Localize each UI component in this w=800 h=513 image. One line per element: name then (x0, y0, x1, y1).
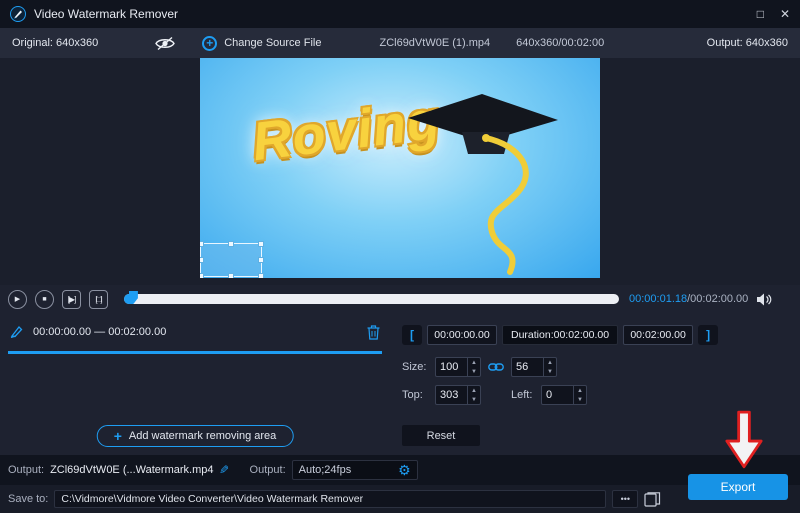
bottom-bars: Output: ZCl69dVtW0E (...Watermark.mp4 ✎ … (0, 455, 800, 513)
close-button[interactable]: ✕ (780, 8, 790, 20)
output-format-value: Auto;24fps (299, 464, 398, 476)
browse-button[interactable]: ••• (612, 490, 638, 508)
preview-area: Roving (0, 58, 800, 285)
file-info: 640x360/00:02:00 (516, 37, 604, 49)
add-watermark-area-button[interactable]: + Add watermark removing area (97, 425, 294, 447)
left-input: ▲ ▼ (541, 385, 587, 405)
spin-up-icon[interactable]: ▲ (544, 358, 556, 367)
top-input: ▲ ▼ (435, 385, 481, 405)
link-aspect-icon[interactable] (488, 362, 504, 372)
play-button[interactable]: ▶ (8, 290, 27, 309)
frame-play-button[interactable]: [▶] (62, 290, 81, 309)
watermark-list-item[interactable]: 00:00:00.00 — 00:02:00.00 (0, 319, 390, 345)
size-label: Size: (402, 361, 435, 373)
save-path-input[interactable] (54, 490, 606, 508)
reset-button[interactable]: Reset (402, 425, 480, 446)
top-label: Top: (402, 389, 435, 401)
add-watermark-area-label: Add watermark removing area (129, 430, 276, 442)
output-row: Output: ZCl69dVtW0E (...Watermark.mp4 ✎ … (0, 455, 800, 485)
transport-bar: ▶ ■ [▶] [□] 00:00:01.18/00:02:00.00 (0, 285, 800, 313)
selection-handle[interactable] (228, 241, 234, 247)
spin-up-icon[interactable]: ▲ (574, 386, 586, 395)
volume-icon[interactable] (756, 293, 772, 306)
selection-handle[interactable] (200, 257, 204, 263)
spin-up-icon[interactable]: ▲ (468, 358, 480, 367)
spin-down-icon[interactable]: ▼ (468, 395, 480, 404)
change-source-button[interactable]: + Change Source File (202, 36, 321, 51)
spin-down-icon[interactable]: ▼ (574, 395, 586, 404)
width-input: ▲ ▼ (435, 357, 481, 377)
start-time-field[interactable]: 00:00:00.00 (427, 325, 497, 345)
watermark-time-range: 00:00:00.00 — 00:02:00.00 (33, 326, 166, 338)
stop-button[interactable]: ■ (35, 290, 54, 309)
spin-down-icon[interactable]: ▼ (468, 367, 480, 376)
selection-handle[interactable] (228, 273, 234, 278)
height-input: ▲ ▼ (511, 357, 557, 377)
width-field[interactable] (436, 361, 467, 373)
export-button[interactable]: Export (688, 474, 788, 500)
preview-eye-toggle-icon[interactable] (154, 36, 176, 51)
timeline-slider[interactable] (124, 294, 619, 304)
video-frame: Roving (200, 58, 600, 278)
selection-handle[interactable] (258, 241, 264, 247)
app-logo-icon (10, 6, 26, 22)
height-field[interactable] (512, 361, 543, 373)
time-range-row: [ 00:00:00.00 Duration:00:02:00.00 00:02… (402, 325, 718, 345)
current-time: 00:00:01.18 (629, 293, 687, 305)
selection-handle[interactable] (258, 257, 264, 263)
content-area: 00:00:00.00 — 00:02:00.00 + Add watermar… (0, 313, 800, 455)
gear-icon[interactable]: ⚙ (398, 463, 411, 477)
set-end-bracket-button[interactable]: ] (698, 325, 718, 345)
duration-display: Duration:00:02:00.00 (502, 325, 618, 345)
output-format-label: Output: (250, 464, 286, 476)
toolbar: Original: 640x360 + Change Source File Z… (0, 28, 800, 58)
titlebar: Video Watermark Remover □ ✕ (0, 0, 800, 28)
frame-stop-button[interactable]: [□] (89, 290, 108, 309)
output-format-dropdown[interactable]: Auto;24fps ⚙ (292, 460, 418, 480)
save-to-label: Save to: (8, 493, 48, 505)
save-row: Save to: ••• (0, 485, 800, 513)
watermark-duration-bar (8, 351, 382, 354)
edit-name-icon[interactable]: ✎ (219, 463, 229, 477)
watermark-selection-box[interactable] (200, 243, 262, 277)
selection-handle[interactable] (200, 273, 204, 278)
output-resolution-label: Output: 640x360 (707, 37, 788, 49)
selection-handle[interactable] (200, 241, 204, 247)
app-window: Video Watermark Remover □ ✕ Original: 64… (0, 0, 800, 513)
output-filename: ZCl69dVtW0E (...Watermark.mp4 (50, 464, 213, 476)
size-row: Size: ▲ ▼ ▲ (402, 357, 557, 377)
left-label: Left: (511, 389, 541, 401)
change-source-label: Change Source File (224, 37, 321, 49)
marker-icon (10, 323, 25, 341)
position-row: Top: ▲ ▼ Left: ▲ ▼ (402, 385, 587, 405)
maximize-button[interactable]: □ (757, 8, 764, 20)
spin-down-icon[interactable]: ▼ (544, 367, 556, 376)
output-name-label: Output: (8, 464, 44, 476)
set-start-bracket-button[interactable]: [ (402, 325, 422, 345)
spin-up-icon[interactable]: ▲ (468, 386, 480, 395)
plus-icon: + (202, 36, 217, 51)
left-field[interactable] (542, 389, 573, 401)
window-controls: □ ✕ (757, 8, 790, 20)
window-title: Video Watermark Remover (34, 7, 178, 21)
edit-panel: [ 00:00:00.00 Duration:00:02:00.00 00:02… (390, 313, 800, 455)
original-resolution-label: Original: 640x360 (12, 37, 98, 49)
delete-watermark-icon[interactable] (367, 325, 380, 340)
open-folder-icon[interactable] (644, 492, 661, 507)
watermark-list-panel: 00:00:00.00 — 00:02:00.00 + Add watermar… (0, 313, 390, 455)
graduation-cap-graphic (390, 80, 580, 278)
end-time-field[interactable]: 00:02:00.00 (623, 325, 693, 345)
top-field[interactable] (436, 389, 467, 401)
plus-icon: + (114, 429, 122, 443)
selection-handle[interactable] (258, 273, 264, 278)
total-time: /00:02:00.00 (687, 293, 748, 305)
current-filename: ZCl69dVtW0E (1).mp4 (379, 37, 490, 49)
